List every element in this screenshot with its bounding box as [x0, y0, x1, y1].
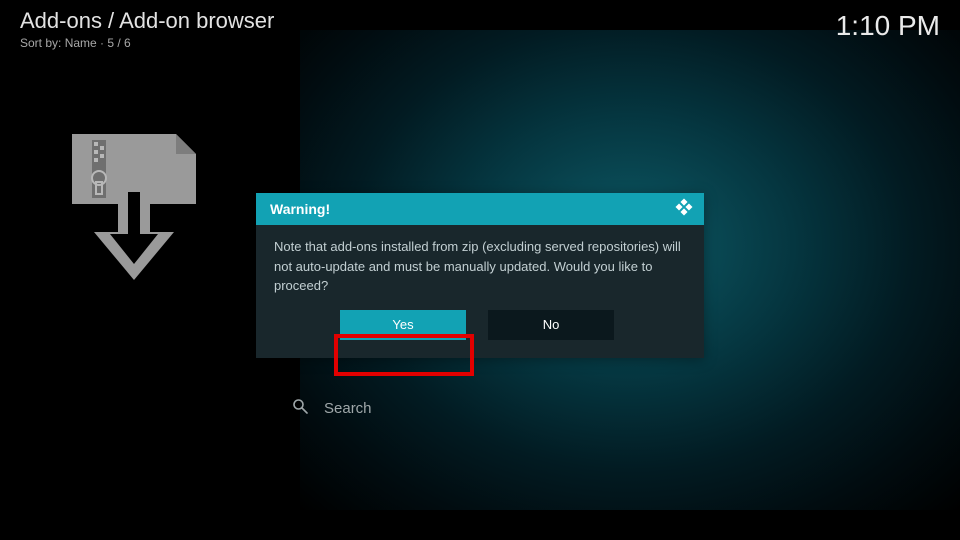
sort-prefix: Sort by:: [20, 36, 65, 50]
search-input[interactable]: [324, 400, 624, 417]
dialog-titlebar: Warning!: [256, 193, 704, 225]
list-position: 5 / 6: [107, 36, 130, 50]
search-row[interactable]: [292, 398, 624, 419]
install-from-zip-icon[interactable]: [64, 134, 204, 289]
kodi-logo-icon: [674, 197, 694, 222]
sort-separator: ·: [97, 36, 108, 50]
no-button[interactable]: No: [488, 310, 614, 340]
dialog-message: Note that add-ons installed from zip (ex…: [256, 225, 704, 310]
warning-dialog: Warning! Note that add-ons installed fro…: [256, 193, 704, 358]
header: Add-ons / Add-on browser Sort by: Name ·…: [20, 8, 274, 50]
breadcrumb: Add-ons / Add-on browser: [20, 8, 274, 34]
dialog-title: Warning!: [270, 201, 330, 217]
dialog-button-row: Yes No: [256, 310, 704, 358]
sort-field: Name: [65, 36, 97, 50]
clock: 1:10 PM: [836, 10, 940, 42]
sort-status: Sort by: Name · 5 / 6: [20, 36, 274, 50]
search-icon: [292, 398, 308, 419]
yes-button[interactable]: Yes: [340, 310, 466, 340]
zip-download-icon: [64, 134, 204, 284]
